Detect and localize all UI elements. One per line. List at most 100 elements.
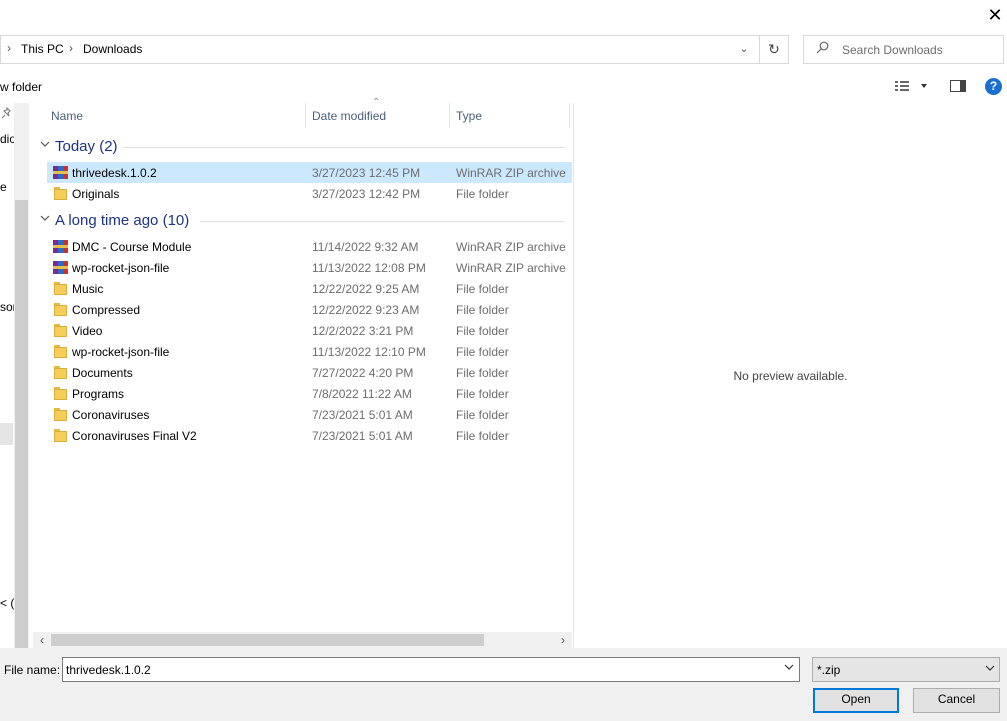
horizontal-scrollbar[interactable]: ‹ › [33,632,572,648]
search-input[interactable] [842,41,997,58]
scroll-left-icon[interactable]: ‹ [35,633,49,647]
change-view-button[interactable] [893,78,929,96]
file-row[interactable]: Coronaviruses 7/23/2021 5:01 AM File fol… [47,404,572,425]
folder-icon [53,428,69,443]
folder-icon [53,344,69,359]
file-row[interactable]: Compressed 12/22/2022 9:23 AM File folde… [47,299,572,320]
file-type: WinRAR ZIP archive [456,261,566,275]
archive-icon [53,260,69,275]
file-name: Originals [72,187,120,201]
file-row[interactable]: Programs 7/8/2022 11:22 AM File folder [47,383,572,404]
column-divider[interactable] [569,103,570,128]
file-type: File folder [456,187,509,201]
chevron-down-icon[interactable] [39,138,51,153]
file-row[interactable]: Originals 3/27/2023 12:42 PM File folder [47,183,572,204]
file-name-input[interactable] [66,661,766,678]
file-row[interactable]: wp-rocket-json-file 11/13/2022 12:10 PM … [47,341,572,362]
file-row[interactable]: Coronaviruses Final V2 7/23/2021 5:01 AM… [47,425,572,446]
file-name: Coronaviruses [72,408,150,422]
file-name: Documents [72,366,133,380]
breadcrumb-this-pc[interactable]: This PC [21,42,64,56]
preview-message: No preview available. [733,369,848,383]
file-type: File folder [456,303,509,317]
folder-icon [53,186,69,201]
nav-selected-item[interactable] [0,423,13,445]
file-type: File folder [456,408,509,422]
file-date: 7/23/2021 5:01 AM [312,429,413,443]
file-name-combobox[interactable] [62,657,800,682]
address-bar[interactable]: › This PC › Downloads ⌄ ↻ [0,35,789,64]
file-row[interactable]: Music 12/22/2022 9:25 AM File folder [47,278,572,299]
folder-icon [53,281,69,296]
chevron-right-icon[interactable]: › [7,41,11,55]
new-folder-button[interactable]: w folder [0,80,42,94]
file-date: 3/27/2023 12:45 PM [312,166,421,180]
file-type: File folder [456,324,509,338]
preview-pane-icon[interactable] [949,78,967,94]
column-header-date-modified[interactable]: Date modified [312,109,386,134]
column-divider[interactable] [305,103,306,128]
column-header-type[interactable]: Type [456,109,482,134]
chevron-right-icon[interactable]: › [69,41,73,55]
navigation-pane[interactable]: dio e sor < (H [0,103,30,712]
scrollbar-thumb[interactable] [51,634,484,646]
group-header-today[interactable]: Today (2) [55,138,118,155]
file-date: 7/23/2021 5:01 AM [312,408,413,422]
file-row-selected[interactable]: thrivedesk.1.0.2 3/27/2023 12:45 PM WinR… [47,162,572,183]
nav-scrollbar-thumb[interactable] [15,200,28,712]
chevron-down-icon[interactable] [984,662,996,677]
file-date: 7/27/2022 4:20 PM [312,366,414,380]
close-icon[interactable]: ✕ [984,4,1006,26]
group-divider [123,147,565,148]
folder-icon [53,323,69,338]
file-name-label: File name: [4,663,61,677]
file-name: wp-rocket-json-file [72,345,170,359]
help-icon[interactable]: ? [985,78,1002,95]
file-row[interactable]: wp-rocket-json-file 11/13/2022 12:08 PM … [47,257,572,278]
chevron-down-icon[interactable]: ⌄ [735,40,753,58]
file-date: 11/14/2022 9:32 AM [312,240,419,254]
file-date: 11/13/2022 12:10 PM [312,345,426,359]
file-type: File folder [456,366,509,380]
open-button[interactable]: Open [813,688,899,713]
file-name: Programs [72,387,125,401]
file-date: 3/27/2023 12:42 PM [312,187,421,201]
details-view-icon [895,81,927,91]
folder-icon [53,302,69,317]
refresh-icon[interactable]: ↻ [764,39,784,59]
file-date: 12/22/2022 9:25 AM [312,282,420,296]
file-row[interactable]: Video 12/2/2022 3:21 PM File folder [47,320,572,341]
file-name: Coronaviruses Final V2 [72,429,197,443]
folder-icon [53,365,69,380]
nav-item-fragment[interactable]: e [0,180,7,194]
column-divider[interactable] [449,103,450,128]
file-name: Video [72,324,103,338]
file-row[interactable]: DMC - Course Module 11/14/2022 9:32 AM W… [47,236,572,257]
folder-icon [53,386,69,401]
group-divider [200,221,565,222]
archive-icon [53,239,69,254]
breadcrumb-downloads[interactable]: Downloads [83,42,142,56]
file-type-value: *.zip [817,663,841,677]
file-type: File folder [456,387,509,401]
file-date: 11/13/2022 12:08 PM [312,261,426,275]
file-type: File folder [456,345,509,359]
group-header-long-time-ago[interactable]: A long time ago (10) [55,212,189,229]
address-separator [759,36,760,63]
scroll-right-icon[interactable]: › [556,633,570,647]
archive-icon [53,165,69,180]
cancel-button[interactable]: Cancel [913,688,1000,713]
file-name: wp-rocket-json-file [72,261,170,275]
chevron-down-icon[interactable] [781,661,797,678]
file-type-select[interactable]: *.zip [812,657,1000,682]
search-box[interactable] [803,35,1004,64]
file-type: WinRAR ZIP archive [456,240,566,254]
chevron-down-icon[interactable] [39,212,51,227]
column-header-name[interactable]: Name [51,109,83,134]
search-icon [816,41,829,57]
folder-icon [53,407,69,422]
file-date: 12/22/2022 9:23 AM [312,303,420,317]
file-name: thrivedesk.1.0.2 [72,166,157,180]
file-type: File folder [456,282,509,296]
file-row[interactable]: Documents 7/27/2022 4:20 PM File folder [47,362,572,383]
